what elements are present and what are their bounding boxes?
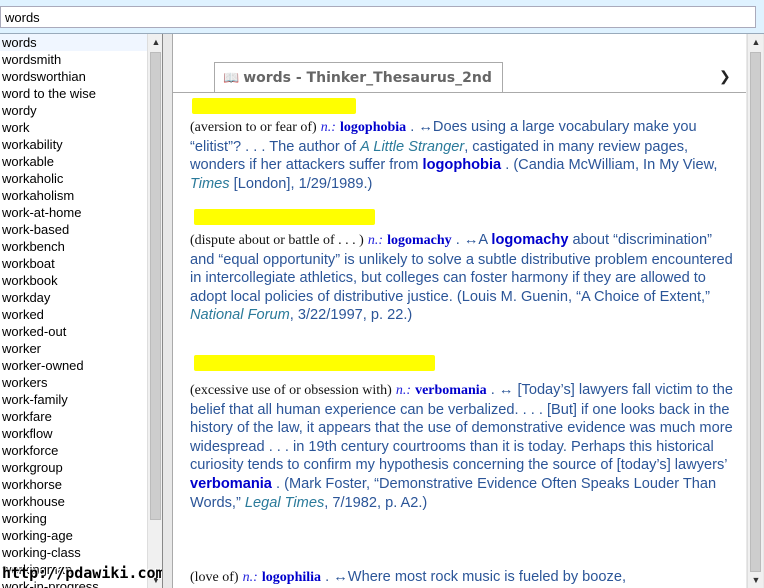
example-text: . (Candia McWilliam, In My View, [501, 157, 718, 174]
scroll-up-arrow-icon[interactable]: ▲ [148, 34, 162, 50]
search-bar [0, 0, 764, 34]
example-headword: verbomania [190, 475, 272, 492]
word-list-item[interactable]: workforce [0, 442, 147, 459]
divider [173, 92, 746, 93]
part-of-speech: n.: [395, 383, 412, 398]
word-list-item[interactable]: word to the wise [0, 85, 147, 102]
thesaurus-entry: (love of) n.: logophilia . ↔Where most r… [190, 568, 740, 588]
word-list-item[interactable]: worker-owned [0, 357, 147, 374]
highlight-mark [194, 209, 375, 225]
example-text: A [478, 232, 492, 248]
word-list-item[interactable]: work-at-home [0, 204, 147, 221]
definition-pane: 📖 words - Thinker_Thesaurus_2nd ❯ (aversi… [163, 34, 764, 588]
chevron-down-icon[interactable]: ❯ [719, 68, 731, 85]
dictionary-tab-label: words - Thinker_Thesaurus_2nd [243, 70, 492, 86]
word-list-item[interactable]: workflow [0, 425, 147, 442]
word-list: words wordsmith wordsworthian word to th… [0, 34, 147, 588]
word-list-item[interactable]: workhorse [0, 476, 147, 493]
source-title: Times [190, 175, 230, 192]
entry-gloss: (aversion to or fear of) [190, 120, 317, 135]
word-list-item[interactable]: words [0, 34, 147, 51]
entry-gloss: (love of) [190, 570, 239, 585]
thesaurus-entry: (dispute about or battle of . . . ) n.: … [190, 231, 740, 325]
entry-term[interactable]: logomachy [387, 233, 452, 248]
cross-ref-arrow: . ↔ [455, 232, 479, 248]
entry-term[interactable]: logophobia [340, 120, 406, 135]
example-headword: logophobia [422, 157, 502, 174]
definition-content: 📖 words - Thinker_Thesaurus_2nd ❯ (aversi… [172, 34, 746, 588]
entry-gloss: (excessive use of or obsession with) [190, 383, 392, 398]
word-list-item[interactable]: work-based [0, 221, 147, 238]
part-of-speech: n.: [367, 233, 384, 248]
word-list-item[interactable]: wordsmith [0, 51, 147, 68]
word-list-item[interactable]: wordy [0, 102, 147, 119]
entry-term[interactable]: verbomania [415, 383, 487, 398]
watermark: http://pdawiki.com [2, 564, 163, 582]
example-text: , 7/1982, p. A2.) [324, 494, 428, 511]
word-list-item[interactable]: workbook [0, 272, 147, 289]
scroll-thumb[interactable] [750, 52, 761, 572]
definition-scrollbar[interactable]: ▲ ▼ [747, 34, 763, 588]
example-text: [London], 1/29/1989.) [229, 175, 373, 192]
cross-ref-arrow: . ↔ [325, 569, 348, 585]
source-title: National Forum [190, 307, 290, 324]
word-list-item[interactable]: workfare [0, 408, 147, 425]
word-list-item[interactable]: workbench [0, 238, 147, 255]
scroll-down-arrow-icon[interactable]: ▼ [748, 572, 764, 588]
word-list-item[interactable]: working-age [0, 527, 147, 544]
word-list-item[interactable]: workhouse [0, 493, 147, 510]
word-list-item[interactable]: workaholism [0, 187, 147, 204]
word-list-item[interactable]: workable [0, 153, 147, 170]
example-text: , 3/22/1997, p. 22.) [289, 307, 413, 324]
word-list-item[interactable]: workability [0, 136, 147, 153]
word-list-item[interactable]: work [0, 119, 147, 136]
part-of-speech: n.: [320, 120, 336, 135]
word-list-pane: words wordsmith wordsworthian word to th… [0, 34, 163, 588]
word-list-scrollbar[interactable]: ▲ ▼ [147, 34, 162, 588]
source-title: Legal Times [244, 494, 325, 511]
example-headword: logomachy [491, 232, 569, 248]
cross-ref-arrow: . ↔ [490, 382, 514, 398]
thesaurus-entry: (aversion to or fear of) n.: logophobia … [190, 118, 740, 193]
word-list-item[interactable]: worked-out [0, 323, 147, 340]
word-list-item[interactable]: workaholic [0, 170, 147, 187]
word-list-item[interactable]: workgroup [0, 459, 147, 476]
scroll-up-arrow-icon[interactable]: ▲ [748, 34, 764, 50]
word-list-item[interactable]: work-family [0, 391, 147, 408]
scroll-thumb[interactable] [150, 52, 161, 520]
word-list-item[interactable]: worked [0, 306, 147, 323]
example-text: Where most rock music is fueled by booze… [347, 569, 626, 585]
entry-gloss: (dispute about or battle of . . . ) [190, 233, 364, 248]
word-list-item[interactable]: workers [0, 374, 147, 391]
word-list-item[interactable]: workboat [0, 255, 147, 272]
dictionary-tab[interactable]: 📖 words - Thinker_Thesaurus_2nd [214, 62, 503, 93]
cross-ref-arrow: . ↔ [410, 119, 433, 135]
thesaurus-entry: (excessive use of or obsession with) n.:… [190, 381, 740, 512]
word-list-item[interactable]: wordsworthian [0, 68, 147, 85]
entry-term[interactable]: logophilia [262, 570, 321, 585]
word-list-item[interactable]: worker [0, 340, 147, 357]
book-icon: 📖 [223, 71, 240, 86]
search-input[interactable] [0, 6, 756, 28]
highlight-mark [192, 98, 356, 114]
part-of-speech: n.: [242, 570, 258, 585]
word-list-item[interactable]: working [0, 510, 147, 527]
source-title: A Little Stranger [360, 138, 465, 155]
highlight-mark [194, 355, 435, 371]
word-list-item[interactable]: workday [0, 289, 147, 306]
word-list-item[interactable]: working-class [0, 544, 147, 561]
